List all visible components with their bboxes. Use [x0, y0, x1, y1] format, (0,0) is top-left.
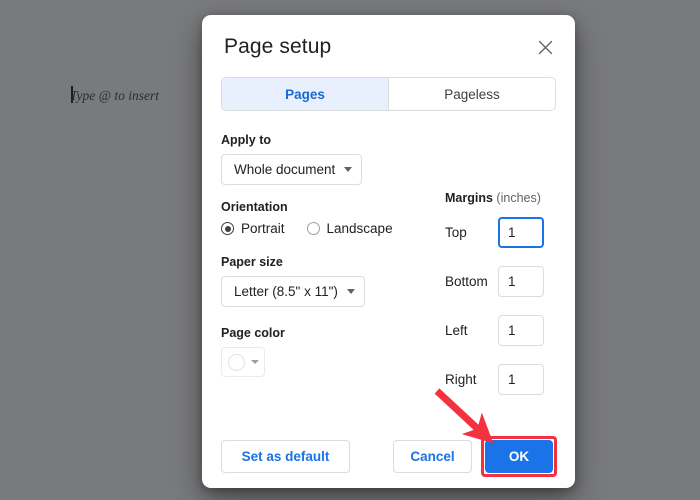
ok-label: OK	[508, 449, 530, 464]
radio-landscape[interactable]: Landscape	[306, 221, 393, 236]
chevron-down-icon	[344, 167, 353, 172]
set-as-default-label: Set as default	[241, 449, 330, 464]
margin-row-top: Top	[445, 217, 560, 248]
dialog-header: Page setup	[202, 15, 575, 77]
chevron-down-icon	[250, 360, 259, 364]
margin-bottom-label: Bottom	[445, 274, 488, 289]
color-circle-icon	[227, 353, 245, 371]
page-color-group: Page color	[221, 326, 396, 377]
radio-landscape-label: Landscape	[326, 221, 393, 236]
paper-size-group: Paper size Letter (8.5" x 11")	[221, 255, 396, 307]
dialog-footer: Set as default Cancel OK	[202, 424, 575, 488]
set-as-default-button[interactable]: Set as default	[221, 440, 350, 473]
orientation-radio-group: Portrait Landscape	[221, 221, 396, 236]
radio-selected-icon	[221, 222, 234, 235]
apply-to-label: Apply to	[221, 133, 271, 147]
margin-top-label: Top	[445, 225, 467, 240]
orientation-group: Orientation Portrait Landscape	[221, 200, 396, 236]
cancel-button[interactable]: Cancel	[393, 440, 472, 473]
margin-bottom-input[interactable]	[498, 266, 544, 297]
page-mode-tabs: Pages Pageless	[221, 77, 556, 111]
close-icon[interactable]	[532, 34, 558, 60]
margins-title-text: Margins	[445, 191, 493, 205]
margin-left-label: Left	[445, 323, 468, 338]
dialog-left-column: Apply to Whole document Orientation Port…	[221, 133, 396, 392]
margin-row-right: Right	[445, 364, 560, 395]
dialog-title: Page setup	[224, 35, 332, 58]
apply-to-value: Whole document	[234, 162, 336, 177]
margin-top-input[interactable]	[498, 217, 544, 248]
radio-portrait-label: Portrait	[241, 221, 285, 236]
cancel-label: Cancel	[410, 449, 455, 464]
margins-title: Margins (inches)	[445, 191, 560, 205]
page-color-picker[interactable]	[221, 347, 265, 377]
margin-row-left: Left	[445, 315, 560, 346]
paper-size-label: Paper size	[221, 255, 283, 269]
paper-size-value: Letter (8.5" x 11")	[234, 284, 338, 299]
tab-pages[interactable]: Pages	[222, 78, 389, 110]
tab-pageless[interactable]: Pageless	[389, 78, 555, 110]
page-color-label: Page color	[221, 326, 285, 340]
apply-to-dropdown[interactable]: Whole document	[221, 154, 363, 185]
radio-unselected-icon	[306, 222, 320, 235]
margins-section: Margins (inches) Top Bottom Left Right	[445, 191, 560, 413]
margins-unit-text: (inches)	[496, 191, 541, 205]
margin-right-label: Right	[445, 372, 477, 387]
tab-pageless-label: Pageless	[444, 86, 500, 102]
chevron-down-icon	[346, 289, 355, 294]
ok-button[interactable]: OK	[485, 440, 553, 473]
paper-size-dropdown[interactable]: Letter (8.5" x 11")	[221, 276, 365, 307]
page-setup-dialog: Page setup Pages Pageless Apply to Whole…	[202, 15, 575, 488]
radio-portrait[interactable]: Portrait	[221, 221, 285, 236]
margin-right-input[interactable]	[498, 364, 544, 395]
margin-left-input[interactable]	[498, 315, 544, 346]
margin-row-bottom: Bottom	[445, 266, 560, 297]
orientation-label: Orientation	[221, 200, 288, 214]
apply-to-group: Apply to Whole document	[221, 133, 396, 185]
tab-pages-label: Pages	[285, 86, 325, 102]
